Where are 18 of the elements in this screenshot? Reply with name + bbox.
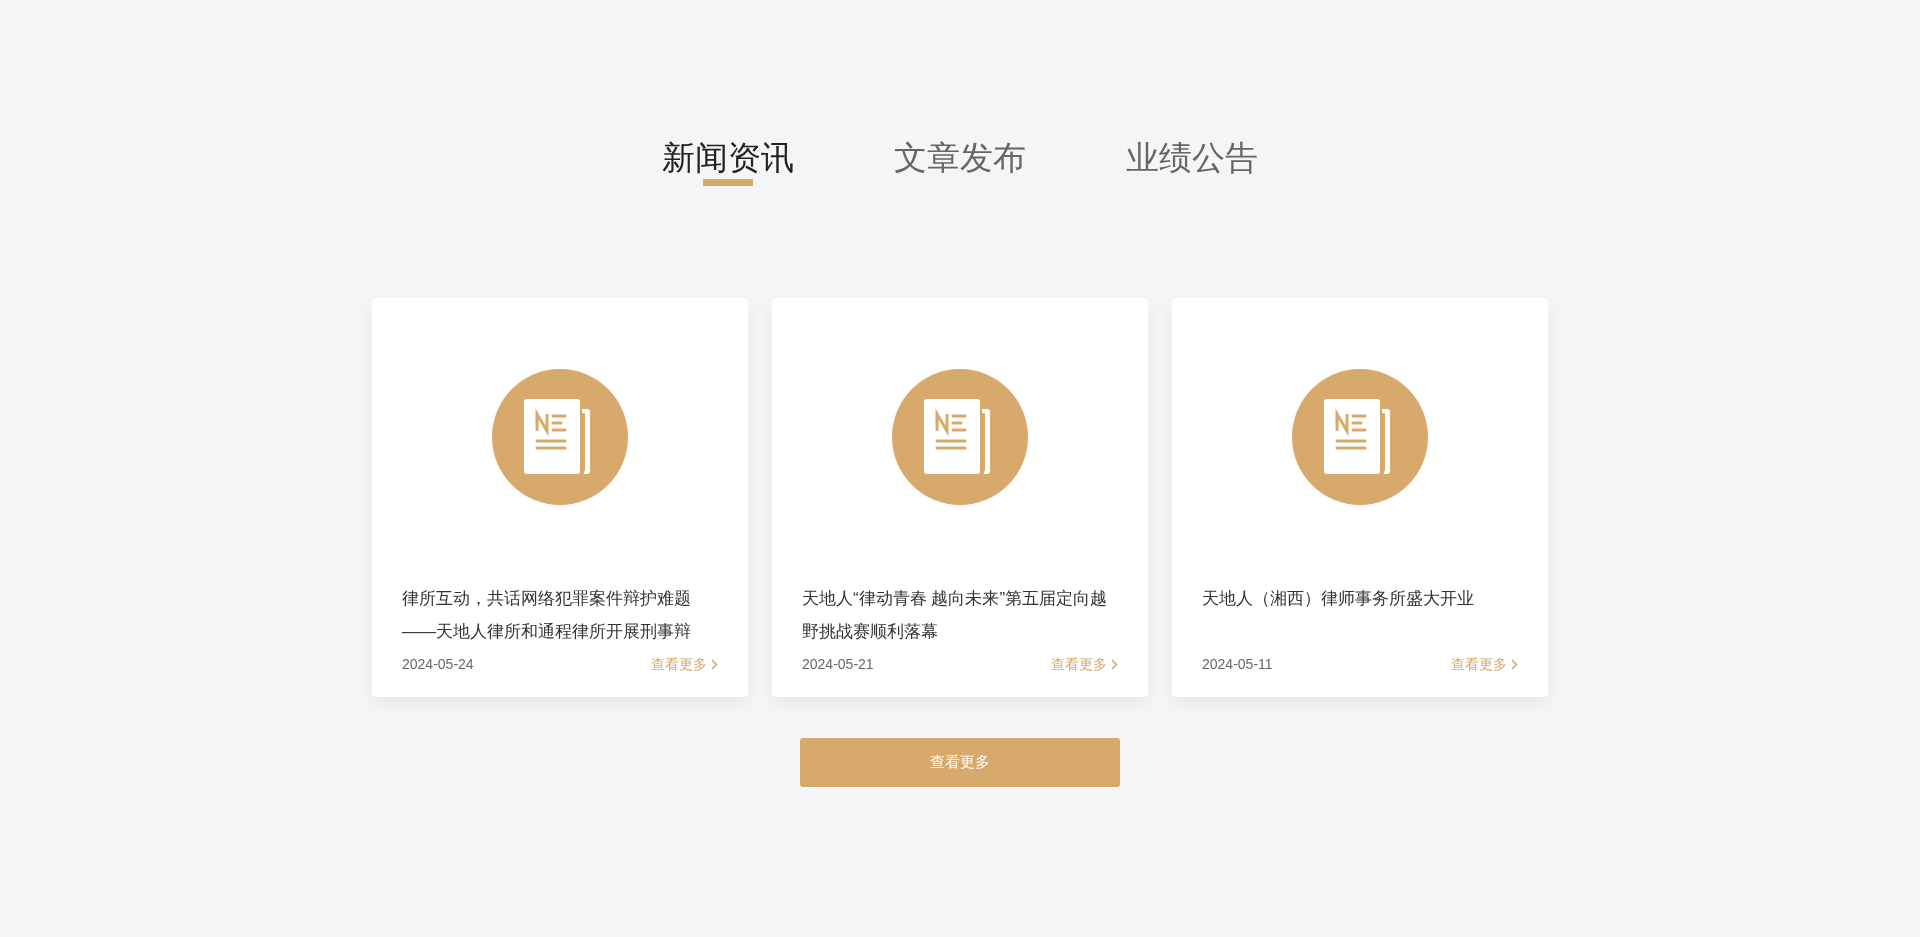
news-card[interactable]: 天地人“律动青春 越向未来”第五届定向越野挑战赛顺利落幕 2024-05-21 查看更多 [772,297,1148,697]
tab[interactable]: 新闻资讯 [662,138,794,188]
news-title[interactable]: 天地人“律动青春 越向未来”第五届定向越野挑战赛顺利落幕 [802,581,1118,648]
newspaper-icon [892,368,1028,505]
tab[interactable]: 文章发布 [894,138,1026,188]
news-date: 2024-05-24 [402,654,474,674]
chevron-right-icon [1511,658,1518,670]
news-date: 2024-05-11 [1202,654,1273,674]
chevron-right-icon [711,658,718,670]
news-date: 2024-05-21 [802,654,874,674]
newspaper-icon [1292,368,1428,505]
news-card[interactable]: 律所互动，共话网络犯罪案件辩护难题——天地人律所和通程律所开展刑事辩 2024-05-24 查看更多 [372,297,748,697]
news-card[interactable]: 天地人（湘西）律师事务所盛大开业 2024-05-11 查看更多 [1172,297,1548,697]
news-title[interactable]: 律所互动，共话网络犯罪案件辩护难题——天地人律所和通程律所开展刑事辩 [402,581,718,648]
tab[interactable]: 业绩公告 [1126,138,1258,188]
news-title[interactable]: 天地人（湘西）律师事务所盛大开业 [1202,581,1518,648]
chevron-right-icon [1111,658,1118,670]
newspaper-icon [492,368,628,505]
